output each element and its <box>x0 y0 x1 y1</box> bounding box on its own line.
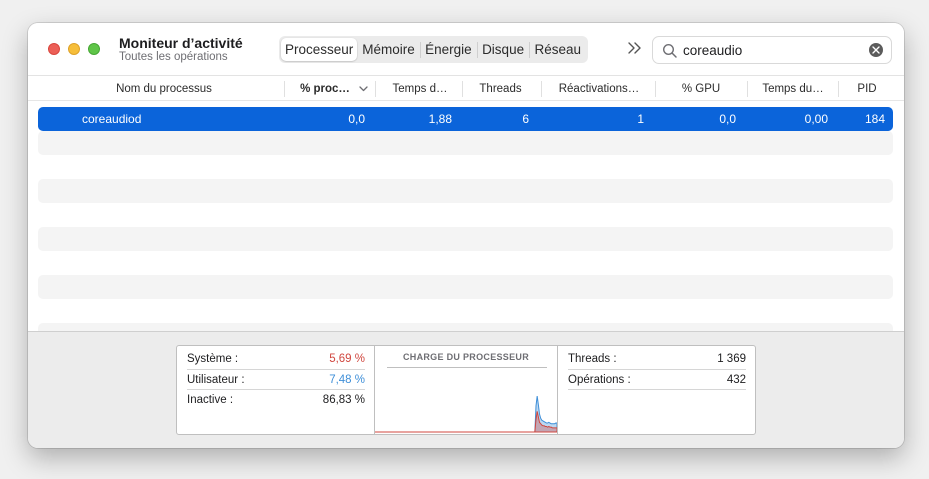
close-window-button[interactable] <box>48 43 60 55</box>
user-load-series <box>375 396 557 433</box>
column-gpu-time[interactable]: Temps du… <box>749 77 837 101</box>
stat-user-value: 7,48 % <box>329 374 365 386</box>
empty-row <box>38 131 893 155</box>
tab-memoire[interactable]: Mémoire <box>357 38 420 61</box>
cpu-summary-area: Système : 5,69 % Utilisateur : 7,48 % In… <box>28 331 904 448</box>
cpu-summary-panel: Système : 5,69 % Utilisateur : 7,48 % In… <box>176 345 756 435</box>
stat-threads-label: Threads : <box>568 353 617 365</box>
overflow-chevrons-icon[interactable] <box>626 39 644 57</box>
tab-reseau[interactable]: Réseau <box>529 38 586 61</box>
cpu-load-chart-title: CHARGE DU PROCESSEUR <box>402 352 529 362</box>
panel-divider <box>557 346 558 434</box>
process-wakeups: 1 <box>637 112 644 126</box>
column-header-row: Nom du processus % proc… Temps d… Thread… <box>28 77 904 101</box>
tab-processeur[interactable]: Processeur <box>281 38 358 61</box>
tab-disque[interactable]: Disque <box>477 38 529 61</box>
activity-monitor-window: Moniteur d’activité Toutes les opération… <box>28 23 904 448</box>
stat-processes: Opérations : 432 <box>568 370 746 390</box>
tab-bar: Processeur Mémoire Énergie Disque Réseau <box>279 36 588 63</box>
process-table: coreaudiod 0,0 1,88 6 1 0,0 0,00 184 <box>28 102 904 331</box>
column-wakeups[interactable]: Réactivations… <box>543 77 655 101</box>
process-time: 1,88 <box>428 112 452 126</box>
process-threads: 6 <box>522 112 529 126</box>
toolbar: Moniteur d’activité Toutes les opération… <box>28 23 904 76</box>
column-gpu[interactable]: % GPU <box>657 77 745 101</box>
empty-row <box>38 179 893 203</box>
column-divider <box>838 81 839 97</box>
stat-processes-label: Opérations : <box>568 374 631 386</box>
stat-threads: Threads : 1 369 <box>568 349 746 369</box>
stat-user-label: Utilisateur : <box>187 374 245 386</box>
stat-system-value: 5,69 % <box>329 353 365 365</box>
stat-idle-label: Inactive : <box>187 394 234 406</box>
process-cpu: 0,0 <box>348 112 365 126</box>
column-time[interactable]: Temps d… <box>377 77 463 101</box>
chart-title-underline <box>387 367 547 368</box>
column-divider <box>375 81 376 97</box>
search-icon <box>662 43 677 58</box>
window-title: Moniteur d’activité <box>119 35 243 51</box>
process-gpu: 0,0 <box>719 112 736 126</box>
stat-system: Système : 5,69 % <box>187 349 365 369</box>
process-name: coreaudiod <box>82 112 142 126</box>
column-pid[interactable]: PID <box>840 77 894 101</box>
empty-row <box>38 275 893 299</box>
stat-idle: Inactive : 86,83 % <box>187 390 365 410</box>
clear-search-icon[interactable] <box>869 43 883 57</box>
column-divider <box>655 81 656 97</box>
column-divider <box>747 81 748 97</box>
column-divider <box>284 81 285 97</box>
search-input[interactable] <box>683 40 863 60</box>
column-name[interactable]: Nom du processus <box>28 77 300 101</box>
column-divider <box>541 81 542 97</box>
cpu-load-chart <box>375 396 557 433</box>
window-subtitle[interactable]: Toutes les opérations <box>119 51 228 63</box>
stat-idle-value: 86,83 % <box>322 394 365 406</box>
minimize-window-button[interactable] <box>68 43 80 55</box>
table-row[interactable]: coreaudiod 0,0 1,88 6 1 0,0 0,00 184 <box>38 107 893 131</box>
sort-descending-icon[interactable] <box>359 84 368 93</box>
process-pid: 184 <box>864 112 885 126</box>
zoom-window-button[interactable] <box>88 43 100 55</box>
empty-row <box>38 227 893 251</box>
column-cpu[interactable]: % proc… <box>286 77 364 101</box>
column-threads[interactable]: Threads <box>464 77 537 101</box>
stat-system-label: Système : <box>187 353 239 365</box>
stat-divider <box>568 389 746 390</box>
process-gpu-time: 0,00 <box>804 112 828 126</box>
system-load-series <box>375 411 557 433</box>
stat-threads-value: 1 369 <box>717 353 746 365</box>
tab-energie[interactable]: Énergie <box>420 38 477 61</box>
search-field[interactable] <box>652 36 892 64</box>
stat-user: Utilisateur : 7,48 % <box>187 370 365 390</box>
empty-row <box>38 323 893 331</box>
stat-processes-value: 432 <box>726 374 746 386</box>
column-divider <box>462 81 463 97</box>
